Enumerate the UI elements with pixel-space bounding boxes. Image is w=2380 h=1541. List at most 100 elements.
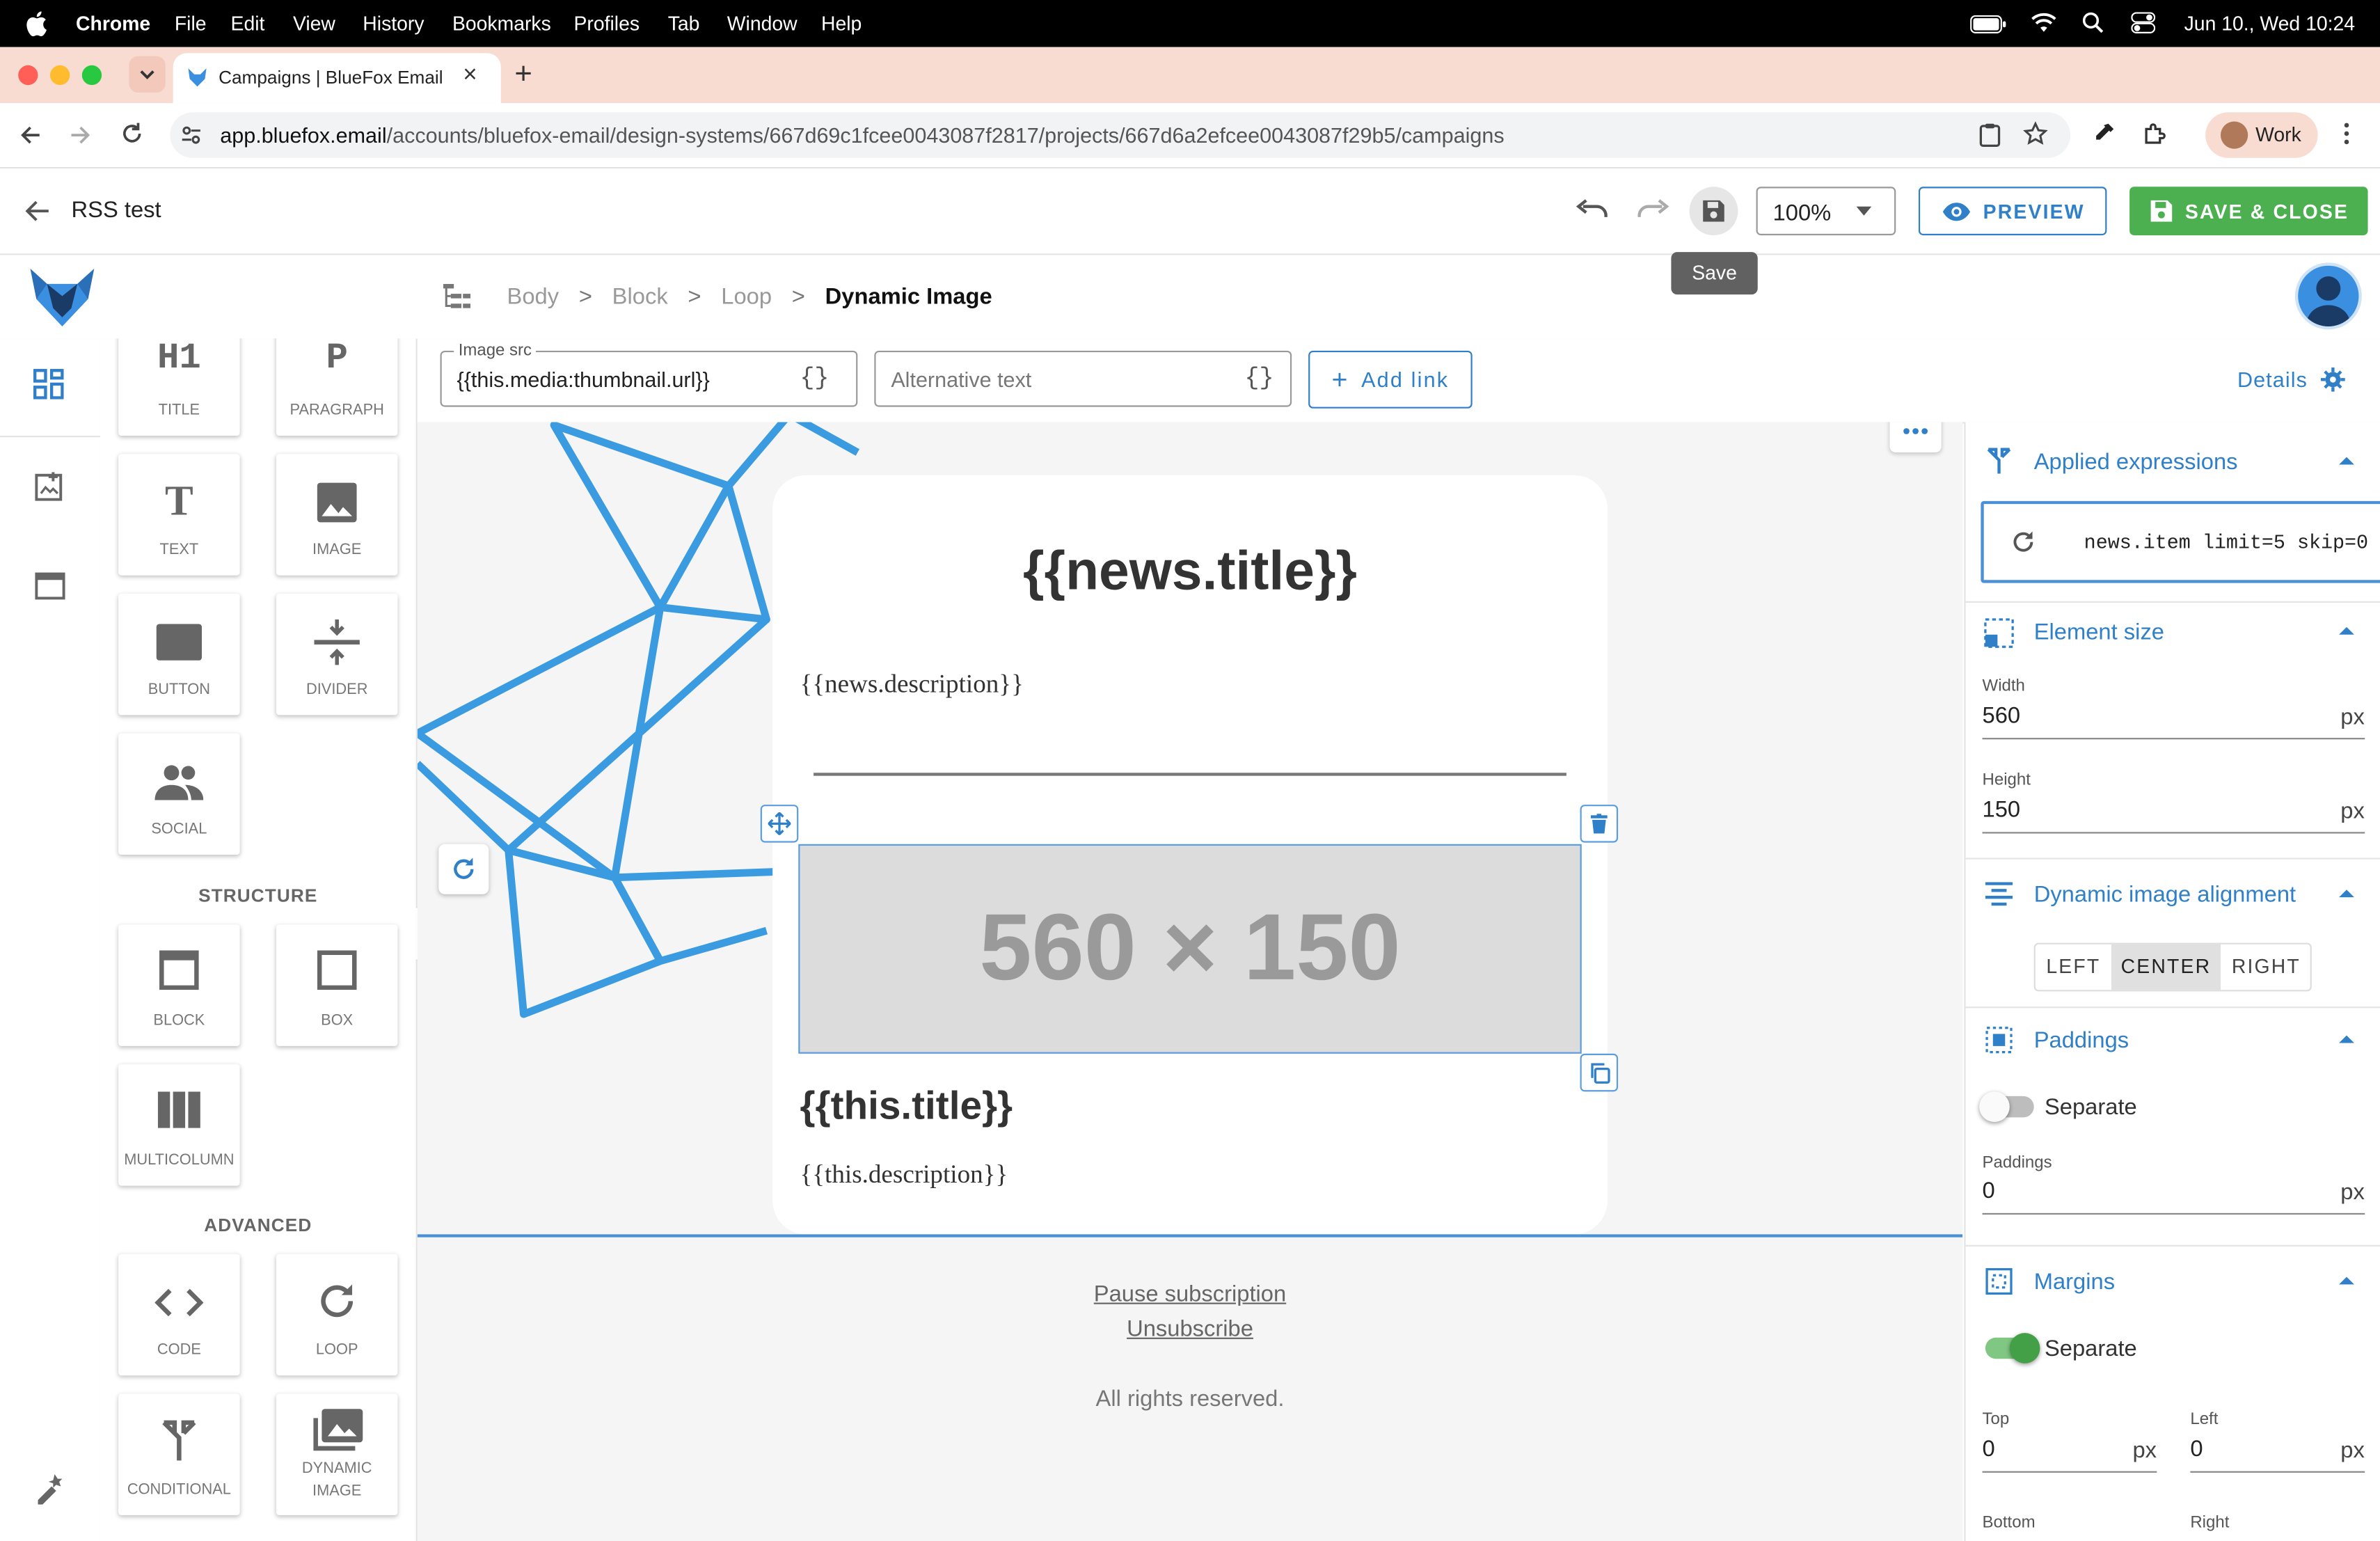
footer-section[interactable]: Pause subscription Unsubscribe All right… <box>417 1237 1963 1541</box>
breadcrumb-item-block[interactable]: Block <box>612 284 668 310</box>
battery-icon[interactable] <box>1970 15 2006 33</box>
collapse-caret-icon[interactable] <box>2339 626 2354 635</box>
layer-tree-icon[interactable] <box>443 283 471 308</box>
news-title[interactable]: {{news.title}} <box>772 539 1608 603</box>
apple-icon[interactable] <box>26 10 47 37</box>
duplicate-element-button[interactable] <box>1580 1053 1619 1092</box>
height-input[interactable]: 150 <box>1983 797 2021 823</box>
width-input[interactable]: 560 <box>1983 703 2021 729</box>
save-button[interactable] <box>1689 187 1738 236</box>
palette-tile-button[interactable]: BUTTON <box>118 593 240 716</box>
tab-list-button[interactable] <box>129 56 166 93</box>
add-image-icon[interactable] <box>35 471 65 501</box>
news-description[interactable]: {{news.description}} <box>800 670 1023 700</box>
window-close-button[interactable] <box>18 65 38 86</box>
image-src-field[interactable]: Image src {{this.media:thumbnail.url}} {… <box>440 341 858 407</box>
add-link-button[interactable]: + Add link <box>1308 350 1473 409</box>
paddings-separate-toggle[interactable] <box>1979 1091 2034 1122</box>
menu-edit[interactable]: Edit <box>231 12 265 35</box>
web-layout-icon[interactable] <box>35 572 65 600</box>
elements-grid-icon[interactable] <box>33 369 64 400</box>
tab-close-icon[interactable]: × <box>463 62 477 89</box>
palette-tile-divider[interactable]: DIVIDER <box>276 593 398 716</box>
refresh-loop-button[interactable] <box>438 844 489 894</box>
alt-text-field[interactable]: Alternative text {} <box>874 350 1292 407</box>
zoom-select[interactable]: 100% <box>1756 187 1896 236</box>
clipboard-icon[interactable] <box>1979 123 2001 148</box>
applied-expressions-title[interactable]: Applied expressions <box>2034 450 2238 475</box>
item-title[interactable]: {{this.title}} <box>800 1082 1013 1130</box>
redo-icon[interactable] <box>1636 199 1669 221</box>
align-left-button[interactable]: LEFT <box>2036 945 2111 990</box>
new-tab-button[interactable]: + <box>514 58 532 93</box>
wifi-icon[interactable] <box>2031 12 2056 33</box>
control-center-icon[interactable] <box>2131 12 2156 33</box>
align-center-button[interactable]: CENTER <box>2111 944 2221 990</box>
expression-box[interactable]: news.item limit=5 skip=0 <box>1981 500 2380 583</box>
pause-subscription-link[interactable]: Pause subscription <box>418 1281 1962 1307</box>
palette-tile-loop[interactable]: LOOP <box>276 1254 398 1376</box>
margins-title[interactable]: Margins <box>2034 1270 2115 1295</box>
menu-file[interactable]: File <box>175 12 207 35</box>
search-icon[interactable] <box>2082 12 2104 33</box>
palette-tile-title[interactable]: H1 TITLE <box>118 338 240 436</box>
paddings-title[interactable]: Paddings <box>2034 1028 2129 1054</box>
menu-bookmarks[interactable]: Bookmarks <box>452 12 551 35</box>
palette-tile-social[interactable]: SOCIAL <box>118 733 240 855</box>
design-tools-icon[interactable] <box>33 1471 67 1505</box>
item-description[interactable]: {{this.description}} <box>800 1160 1008 1190</box>
more-options-button[interactable] <box>1889 422 1942 453</box>
align-right-button[interactable]: RIGHT <box>2221 945 2312 990</box>
palette-tile-block[interactable]: BLOCK <box>118 924 240 1046</box>
menu-window[interactable]: Window <box>727 12 798 35</box>
window-minimize-button[interactable] <box>49 65 70 86</box>
breadcrumb-item-body[interactable]: Body <box>507 284 559 310</box>
eyedropper-extension-icon[interactable] <box>2092 122 2116 146</box>
preview-button[interactable]: PREVIEW <box>1918 187 2107 236</box>
menu-view[interactable]: View <box>293 12 335 35</box>
collapse-caret-icon[interactable] <box>2339 890 2354 898</box>
email-canvas[interactable]: {{news.title}} {{news.description}} {{th… <box>417 422 1963 1541</box>
delete-element-button[interactable] <box>1580 805 1619 843</box>
refresh-icon[interactable] <box>2011 530 2036 554</box>
menubar-app-name[interactable]: Chrome <box>76 12 150 35</box>
paddings-input[interactable]: 0 <box>1983 1178 1995 1204</box>
menu-help[interactable]: Help <box>821 12 862 35</box>
menu-history[interactable]: History <box>363 12 424 35</box>
menu-tab[interactable]: Tab <box>668 12 700 35</box>
margins-separate-toggle[interactable] <box>1985 1333 2040 1364</box>
details-button[interactable]: Details <box>2237 367 2345 392</box>
palette-tile-dynamic-image[interactable]: DYNAMIC IMAGE <box>276 1393 398 1515</box>
expression-braces-button[interactable]: {} <box>800 365 829 392</box>
collapse-caret-icon[interactable] <box>2339 1277 2354 1285</box>
alignment-title[interactable]: Dynamic image alignment <box>2034 882 2296 908</box>
expression-braces-button[interactable]: {} <box>1245 365 1274 392</box>
collapse-caret-icon[interactable] <box>2339 1035 2354 1043</box>
browser-tab-active[interactable]: Campaigns | BlueFox Email × <box>173 53 501 104</box>
dynamic-image-selected[interactable]: 560 × 150 <box>798 844 1582 1054</box>
back-arrow-icon[interactable] <box>18 123 42 148</box>
palette-tile-paragraph[interactable]: P PARAGRAPH <box>276 338 398 436</box>
forward-arrow-icon[interactable] <box>68 123 93 148</box>
palette-tile-code[interactable]: CODE <box>118 1254 240 1376</box>
bookmark-star-icon[interactable] <box>2023 121 2048 146</box>
save-and-close-button[interactable]: SAVE & CLOSE <box>2129 187 2368 236</box>
window-zoom-button[interactable] <box>81 65 102 86</box>
margin-left-input[interactable]: 0 <box>2190 1436 2203 1462</box>
extensions-puzzle-icon[interactable] <box>2142 122 2168 148</box>
palette-tile-conditional[interactable]: CONDITIONAL <box>118 1393 240 1515</box>
palette-tile-text[interactable]: T TEXT <box>118 454 240 576</box>
reload-icon[interactable] <box>120 122 144 146</box>
user-avatar[interactable] <box>2298 265 2359 326</box>
element-size-title[interactable]: Element size <box>2034 619 2164 645</box>
unsubscribe-link[interactable]: Unsubscribe <box>418 1316 1962 1342</box>
palette-tile-image[interactable]: IMAGE <box>276 454 398 576</box>
margin-top-input[interactable]: 0 <box>1983 1436 1995 1462</box>
breadcrumb-item-loop[interactable]: Loop <box>721 284 772 310</box>
undo-icon[interactable] <box>1576 199 1609 221</box>
back-arrow-icon[interactable] <box>23 199 50 223</box>
palette-tile-box[interactable]: BOX <box>276 924 398 1046</box>
bluefox-logo[interactable] <box>27 266 97 330</box>
address-bar[interactable]: app.bluefox.email/accounts/bluefox-email… <box>170 112 2071 158</box>
menubar-datetime[interactable]: Jun 10., Wed 10:24 <box>2184 12 2355 35</box>
